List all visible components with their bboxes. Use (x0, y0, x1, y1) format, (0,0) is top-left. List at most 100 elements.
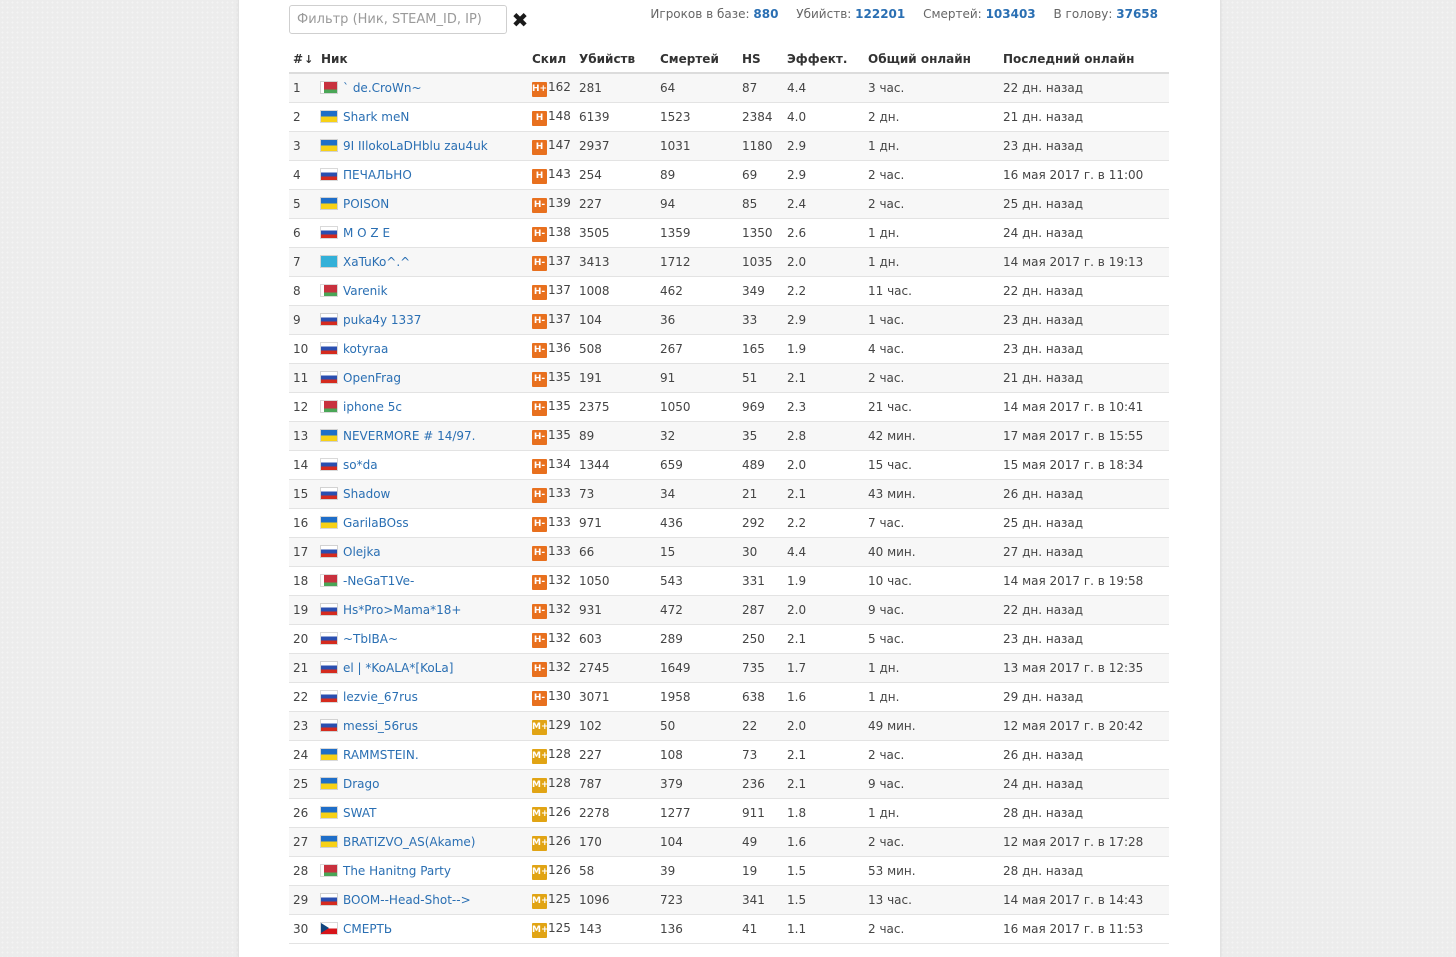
skill-badge-icon: H- (532, 255, 547, 271)
player-link[interactable]: OpenFrag (343, 371, 401, 385)
row-hs: 969 (738, 392, 783, 422)
row-last-online: 23 дн. назад (999, 131, 1169, 161)
player-link[interactable]: kotyraa (343, 342, 388, 356)
row-nick-cell: 9I IIlokoLaDHblu zau4uk (317, 131, 528, 161)
player-link[interactable]: -NeGaT1Ve- (343, 574, 414, 588)
row-last-online: 28 дн. назад (999, 798, 1169, 828)
player-link[interactable]: so*da (343, 458, 378, 472)
player-link[interactable]: ~TbIBA~ (343, 632, 398, 646)
player-link[interactable]: messi_56rus (343, 719, 418, 733)
flag-ru-icon (321, 691, 337, 702)
player-link[interactable]: Hs*Pro>Mama*18+ (343, 603, 461, 617)
row-nick-cell: ~TbIBA~ (317, 624, 528, 654)
player-link[interactable]: POISON (343, 197, 389, 211)
player-link[interactable]: lezvie_67rus (343, 690, 418, 704)
player-link[interactable]: BOOM--Head-Shot--> (343, 893, 471, 907)
row-hs: 349 (738, 276, 783, 306)
player-link[interactable]: SWAT (343, 806, 376, 820)
player-link[interactable]: el | *KoALA*[KoLa] (343, 661, 453, 675)
table-row: 3 9I IIlokoLaDHblu zau4uk H 147 2937 1031 1180… (289, 131, 1169, 161)
row-eff: 1.9 (783, 566, 864, 596)
player-link[interactable]: M O Z E (343, 226, 390, 240)
deaths-count: 103403 (985, 7, 1036, 21)
row-hs: 30 (738, 537, 783, 567)
player-link[interactable]: 9I IIlokoLaDHblu zau4uk (343, 139, 488, 153)
row-num: 7 (289, 247, 317, 277)
flag-ua-icon (321, 430, 337, 441)
col-skill[interactable]: Скил (528, 45, 575, 74)
player-link[interactable]: Drago (343, 777, 380, 791)
skill-badge-icon: H- (532, 342, 547, 358)
player-link[interactable]: ` de.CroWn~ (343, 81, 422, 95)
player-link[interactable]: Varenik (343, 284, 388, 298)
col-nick[interactable]: Ник (317, 45, 528, 74)
row-nick-cell: GarilaBOss (317, 508, 528, 538)
row-nick-cell: kotyraa (317, 334, 528, 364)
row-nick-cell: POISON (317, 189, 528, 219)
col-deaths[interactable]: Смертей (656, 45, 738, 74)
row-deaths: 1359 (656, 218, 738, 248)
player-link[interactable]: BRATIZVO_AS(Akame) (343, 835, 475, 849)
row-kills: 6139 (575, 102, 656, 132)
row-skill-cell: M+125 (528, 914, 575, 944)
player-link[interactable]: Olejka (343, 545, 381, 559)
row-hs: 341 (738, 885, 783, 915)
col-hs[interactable]: HS (738, 45, 783, 74)
player-link[interactable]: NEVERMORE # 14/97. (343, 429, 476, 443)
row-skill-cell: M+126 (528, 827, 575, 857)
row-total-online: 13 час. (864, 885, 999, 915)
player-link[interactable]: The Hanitng Party (343, 864, 451, 878)
row-skill: 132 (548, 630, 571, 645)
row-skill-cell: M+125 (528, 885, 575, 915)
filter-input[interactable] (289, 5, 507, 34)
row-skill: 130 (548, 688, 571, 703)
row-eff: 2.1 (783, 740, 864, 770)
skill-badge-icon: H (532, 139, 547, 155)
player-link[interactable]: Shadow (343, 487, 390, 501)
player-link[interactable]: RAMMSTEIN. (343, 748, 419, 762)
table-row: 15 Shadow H- 133 73 34 21 2.1 43 мин. 26 дн. наза… (289, 479, 1169, 509)
skill-badge-icon: H- (532, 603, 547, 619)
row-num: 20 (289, 624, 317, 654)
player-link[interactable]: XaTuKo^.^ (343, 255, 410, 269)
flag-ua-icon (321, 517, 337, 528)
row-last-online: 29 дн. назад (999, 682, 1169, 712)
row-skill: 135 (548, 398, 571, 413)
col-num[interactable]: #↓ (289, 45, 317, 74)
flag-ua-icon (321, 778, 337, 789)
row-hs: 2384 (738, 102, 783, 132)
row-num: 18 (289, 566, 317, 596)
player-link[interactable]: СМЕРТЬ (343, 922, 392, 936)
row-eff: 4.4 (783, 537, 864, 567)
row-skill-cell: H- 134 (528, 450, 575, 480)
player-link[interactable]: GarilaBOss (343, 516, 409, 530)
row-skill: 126 (548, 804, 571, 819)
row-skill: 126 (548, 862, 571, 877)
flag-ua-icon (321, 836, 337, 847)
player-link[interactable]: Shark meN (343, 110, 409, 124)
flag-ru-icon (321, 372, 337, 383)
flag-ru-icon (321, 720, 337, 731)
row-eff: 1.6 (783, 827, 864, 857)
close-icon[interactable]: ✖ (510, 9, 530, 31)
row-nick-cell: Olejka (317, 537, 528, 567)
col-kills[interactable]: Убийств (575, 45, 656, 74)
players-count: 880 (753, 7, 779, 21)
col-last-online[interactable]: Последний онлайн (999, 45, 1169, 74)
player-link[interactable]: ПЕЧАЛЬНО (343, 168, 412, 182)
row-hs: 21 (738, 479, 783, 509)
row-hs: 331 (738, 566, 783, 596)
player-link[interactable]: iphone 5c (343, 400, 402, 414)
col-total-online[interactable]: Общий онлайн (864, 45, 999, 74)
player-link[interactable]: puka4y 1337 (343, 313, 421, 327)
row-hs: 19 (738, 856, 783, 886)
skill-badge-icon: M+ (532, 806, 549, 822)
row-deaths: 89 (656, 160, 738, 190)
row-total-online: 7 час. (864, 508, 999, 538)
row-num: 21 (289, 653, 317, 683)
table-row: 20 ~TbIBA~ H- 132 603 289 250 2.1 5 час. 23 дн. н… (289, 624, 1169, 654)
col-eff[interactable]: Эффект. (783, 45, 864, 74)
row-skill-cell: H- 133 (528, 508, 575, 538)
row-nick-cell: M O Z E (317, 218, 528, 248)
row-nick-cell: BOOM--Head-Shot--> (317, 885, 528, 915)
